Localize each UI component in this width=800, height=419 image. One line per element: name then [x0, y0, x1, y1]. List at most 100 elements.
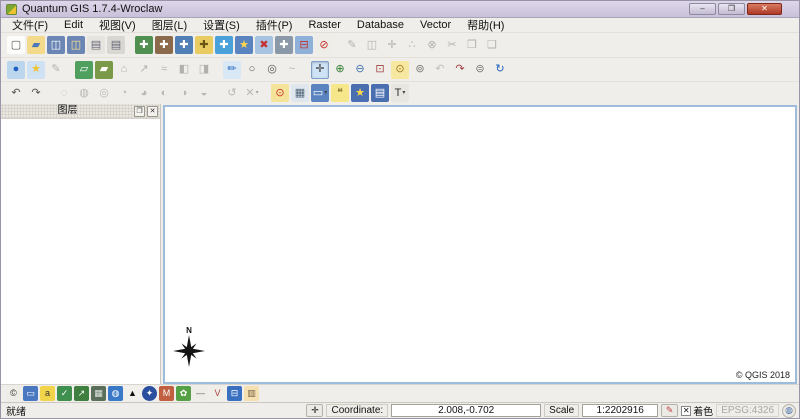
raster-calculator-icon[interactable]: ▦: [91, 386, 106, 401]
profile-tool-icon[interactable]: ▲: [125, 386, 140, 401]
zoom-in-icon[interactable]: ⊕: [331, 61, 349, 79]
ftools-icon[interactable]: ✓: [57, 386, 72, 401]
attribute-table-icon[interactable]: ▦: [291, 84, 309, 102]
zoom-to-layer-icon[interactable]: ⊚: [411, 61, 429, 79]
zoom-next-icon[interactable]: ↷: [451, 61, 469, 79]
render-checkbox[interactable]: ✕ 着色: [681, 403, 713, 418]
map-tips-icon[interactable]: ❝: [331, 84, 349, 102]
add-postgis-layer-icon[interactable]: ✚: [175, 36, 193, 54]
interpolation-icon[interactable]: V: [210, 386, 225, 401]
extents-toggle-icon[interactable]: ✛: [306, 404, 324, 417]
add-wfs-layer-icon[interactable]: ✚: [275, 36, 293, 54]
zoom-actual-icon[interactable]: ⊜: [471, 61, 489, 79]
star-annotation-icon[interactable]: ★: [27, 60, 45, 79]
undo-icon[interactable]: ↶: [7, 84, 25, 102]
measure-line-icon[interactable]: ▭ ▾: [311, 84, 329, 102]
select-circle-icon[interactable]: ○: [243, 61, 261, 79]
remove-layer-icon[interactable]: ✖: [255, 36, 273, 54]
copyright-label: © QGIS 2018: [735, 370, 790, 380]
add-vector-layer-icon[interactable]: ✚: [135, 36, 153, 54]
window-controls: – ❐ ✕: [689, 3, 796, 15]
zoom-to-selection-icon[interactable]: ⊙: [391, 60, 409, 79]
dxf2shp-icon[interactable]: —: [193, 386, 208, 401]
labeling-icon[interactable]: a: [40, 386, 55, 401]
qgis-logo-icon: [6, 3, 17, 15]
measure-sketch-icon[interactable]: ✏: [223, 60, 241, 79]
mapserver-export-icon[interactable]: M: [159, 386, 174, 401]
move-feature-icon: ✛: [387, 38, 397, 51]
disable-edit-icon[interactable]: ⊘: [315, 36, 333, 54]
pan-map-icon[interactable]: ✛: [311, 60, 329, 79]
refresh-map-icon[interactable]: ↻: [491, 61, 509, 79]
toolbar-separator: [262, 85, 270, 100]
menu-item-raster[interactable]: Raster: [300, 18, 348, 32]
map-canvas[interactable]: N © QGIS 2018: [163, 105, 797, 384]
georeferencer-icon[interactable]: ▥: [244, 386, 259, 401]
title-bar[interactable]: Quantum GIS 1.7.4-Wroclaw – ❐ ✕: [1, 1, 799, 18]
dropdown-arrow-icon[interactable]: ▾: [256, 90, 259, 96]
add-wms-layer-icon[interactable]: ✚: [215, 36, 233, 54]
menu-item-view[interactable]: 视图(V): [91, 18, 144, 32]
copyright-label-icon[interactable]: ©: [6, 386, 21, 401]
leaf-plugin-icon[interactable]: ✿: [176, 386, 191, 401]
show-bookmarks-icon[interactable]: ▤: [371, 84, 389, 102]
save-project-as-icon[interactable]: ◫: [67, 36, 85, 54]
new-shapefile-layer-icon[interactable]: ★: [235, 36, 253, 54]
crs-status-icon[interactable]: ◍: [782, 403, 796, 418]
cut-features-icon: ✂: [447, 38, 457, 51]
new-bookmark-icon[interactable]: ★: [351, 84, 369, 102]
capture-line-icon[interactable]: ▱: [75, 60, 93, 79]
capture-point-icon[interactable]: ●: [7, 60, 25, 79]
globe-icon[interactable]: ◍: [108, 386, 123, 401]
layers-panel-header[interactable]: 图层 ❐ ✕: [1, 104, 160, 118]
menu-item-layer[interactable]: 图层(L): [144, 18, 195, 32]
identify-features-icon[interactable]: ⊙: [271, 84, 289, 102]
scale-bar-icon[interactable]: ▭: [23, 386, 38, 401]
dropdown-arrow-icon[interactable]: ▾: [402, 90, 405, 96]
select-ellipse-icon[interactable]: ◎: [263, 61, 281, 79]
add-part-icon: ◎: [99, 86, 109, 99]
window-title: Quantum GIS 1.7.4-Wroclaw: [22, 3, 163, 15]
text-annotation-icon[interactable]: T ▾: [391, 84, 409, 102]
menu-item-file[interactable]: 文件(F): [4, 18, 56, 32]
copy-features-icon: ❐: [467, 38, 477, 51]
export-layer-icon[interactable]: ↗: [74, 386, 89, 401]
menu-item-help[interactable]: 帮助(H): [459, 18, 512, 32]
dropdown-arrow-icon[interactable]: ▾: [324, 90, 327, 96]
toolbar-separator: [46, 85, 54, 100]
restore-button[interactable]: ❐: [718, 3, 745, 15]
menu-item-edit[interactable]: Edit: [56, 18, 91, 32]
composer-manager-icon[interactable]: ▤: [107, 36, 125, 54]
menu-item-database[interactable]: Database: [349, 18, 412, 32]
open-project-icon[interactable]: ▰: [27, 36, 45, 54]
add-spatialite-layer-icon[interactable]: ✚: [195, 36, 213, 54]
new-project-icon[interactable]: ▢: [7, 36, 25, 54]
road-graph-icon[interactable]: ⊟: [227, 386, 242, 401]
menu-item-plugins[interactable]: 插件(P): [248, 18, 301, 32]
capture-polygon-icon[interactable]: ▰: [95, 60, 113, 79]
toolbar-separator: [214, 61, 222, 77]
zoom-full-icon[interactable]: ⊡: [371, 61, 389, 79]
north-arrow: N: [171, 327, 207, 370]
add-raster-layer-icon[interactable]: ✚: [155, 36, 173, 54]
close-button[interactable]: ✕: [747, 3, 782, 15]
save-project-icon[interactable]: ◫: [47, 36, 65, 54]
minimize-button[interactable]: –: [689, 3, 716, 15]
select-freehand-icon: ~: [288, 63, 296, 75]
menu-item-vector[interactable]: Vector: [412, 18, 459, 32]
new-print-composer-icon[interactable]: ▤: [87, 36, 105, 54]
layers-panel-body[interactable]: [1, 118, 160, 384]
panel-close-button[interactable]: ✕: [147, 105, 158, 117]
layers-panel: 图层 ❐ ✕: [1, 104, 161, 384]
redo-icon[interactable]: ↷: [27, 84, 45, 102]
coordinate-input[interactable]: [391, 404, 542, 417]
scale-input[interactable]: [582, 404, 659, 417]
north-arrow-plugin-icon[interactable]: ✦: [142, 386, 157, 401]
menu-item-settings[interactable]: 设置(S): [195, 18, 248, 32]
menu-bar: 文件(F) Edit 视图(V) 图层(L) 设置(S) 插件(P) Raster Datab…: [1, 18, 799, 33]
render-brush-icon[interactable]: ✎: [661, 404, 679, 417]
zoom-out-icon[interactable]: ⊖: [351, 61, 369, 79]
legend-panel-icon: ◨: [198, 63, 210, 75]
trash-layer-icon[interactable]: ⊟: [295, 36, 313, 54]
panel-float-button[interactable]: ❐: [134, 105, 145, 117]
